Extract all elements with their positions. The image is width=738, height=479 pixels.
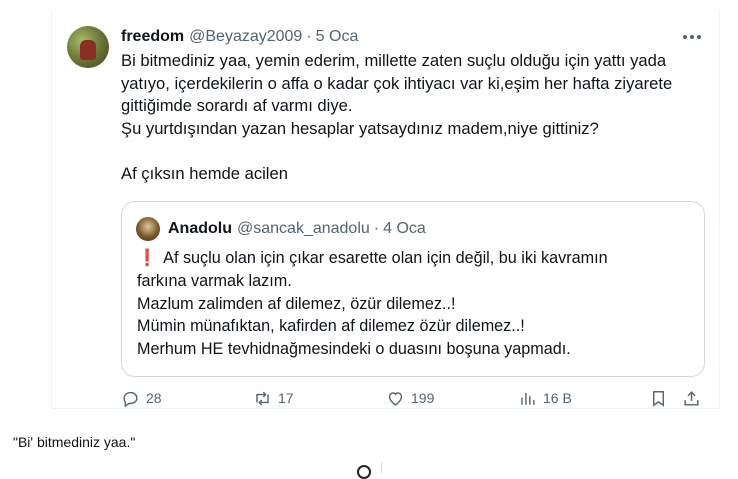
share-icon [684,390,699,406]
tweet-actions-bar: 28 17 199 16 B [52,386,721,410]
divider [381,462,382,473]
tweet-header: freedom @Beyazay2009 · 5 Oca [121,26,358,48]
quoted-text-line-content: Af suçlu olan için çıkar esarette olan i… [163,249,608,267]
quoted-text-line: Mümin münafıktan, kafirden af dilemez öz… [137,317,525,336]
quoted-tweet-header: Anadolu @sancak_anadolu · 4 Oca [168,217,426,241]
quoted-author-handle: @sancak_anadolu [237,220,370,237]
views-chart-icon [521,392,535,405]
share-button[interactable] [682,386,701,410]
bookmark-button[interactable] [649,386,668,410]
caption-text: "Bi' bitmediniz yaa." [13,434,136,450]
tweet-text-line: Af çıksın hemde acilen [121,163,288,183]
author-avatar[interactable] [67,26,109,68]
quoted-text-line: ❗ Af suçlu olan için çıkar esarette olan … [137,247,692,270]
reply-button[interactable]: 28 [121,386,162,410]
reply-count: 28 [146,390,162,406]
header-separator: · [306,28,312,45]
tweet-text: Bi bitmediniz yaa, yemin ederim, millett… [121,50,706,186]
quoted-tweet-date: 4 Oca [383,220,426,237]
tweet-text-line: Bi bitmediniz yaa, yemin ederim, millett… [121,51,667,70]
quoted-tweet-text: ❗ Af suçlu olan için çıkar esarette olan … [137,247,692,361]
quoted-author-avatar [136,217,160,241]
tweet-text-line: gittiğimde sorardı af varmı diye. [121,96,353,116]
author-display-name[interactable]: freedom [121,28,184,46]
reply-icon [123,391,138,407]
quoted-author-display-name: Anadolu [168,220,232,237]
quoted-text-line: farkına varmak lazım. [137,271,292,290]
quoted-header-separator: · [373,220,380,237]
more-horizontal-icon[interactable] [680,27,704,47]
heart-icon [388,391,403,406]
exclamation-icon: ❗ [137,249,158,267]
like-count: 199 [411,390,435,406]
like-button[interactable]: 199 [386,386,434,410]
quoted-tweet[interactable]: Anadolu @sancak_anadolu · 4 Oca ❗ Af suçl… [121,201,705,377]
tweet-text-line: yatıyo, içerdekilerin o affa o kadar çok… [121,73,673,93]
retweet-count: 17 [278,390,294,406]
tweet-date[interactable]: 5 Oca [316,28,359,46]
quoted-text-line: Merhum HE tevhidnağmesindeki o duasını b… [137,340,571,359]
retweet-icon [256,391,269,405]
tweet-card[interactable]: freedom @Beyazay2009 · 5 Oca Bi bitmedin… [51,10,720,409]
views-count: 16 B [543,390,572,406]
views-button[interactable]: 16 B [518,386,572,410]
tweet-text-line: Şu yurtdışından yazan hesaplar yatsaydın… [121,118,599,138]
cursor-icon [357,465,371,479]
bookmark-icon [653,390,664,407]
retweet-button[interactable]: 17 [253,386,294,410]
author-handle[interactable]: @Beyazay2009 [189,28,302,46]
quoted-text-line: Mazlum zalimden af dilemez, özür dilemez… [137,294,456,313]
